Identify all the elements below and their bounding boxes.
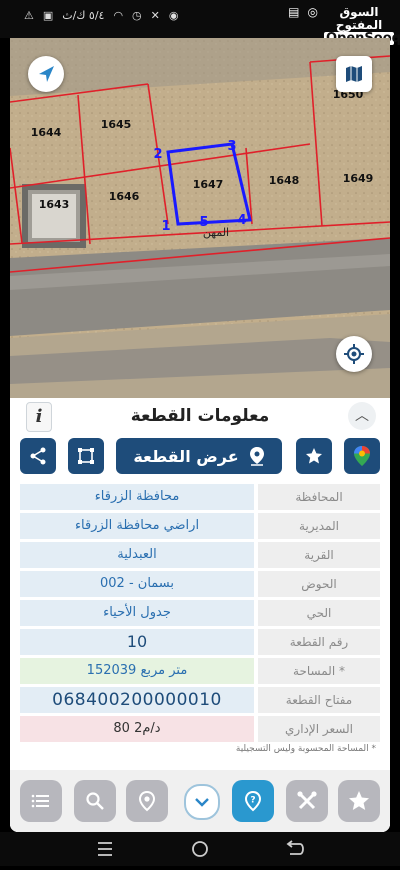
- map-icon: [346, 66, 362, 82]
- google-maps-button[interactable]: [344, 438, 380, 474]
- village-label: القرية: [258, 542, 380, 568]
- back-icon[interactable]: [286, 840, 304, 855]
- star-icon: [306, 448, 322, 464]
- table-row: العبدلية القرية: [20, 542, 380, 568]
- vertex-label-4: 4: [237, 213, 246, 228]
- warning-icon: ⚠: [24, 9, 34, 22]
- governorate-value: محافظة الزرقاء: [20, 484, 254, 510]
- android-nav-bar: [0, 832, 400, 866]
- parcel-number-value: 10: [20, 629, 254, 655]
- directorate-label: المديرية: [258, 513, 380, 539]
- village-value: العبدلية: [20, 542, 254, 568]
- status-right: ▤ ◎: [288, 5, 318, 19]
- basin-label: الحوض: [258, 571, 380, 597]
- menu-button[interactable]: [20, 780, 62, 822]
- map-view[interactable]: 1644 1645 1643 1646 1647 1648 1649 1650 …: [10, 38, 390, 398]
- vertex-label-1: 1: [161, 219, 170, 234]
- table-row: اراضي محافظة الزرقاء المديرية: [20, 513, 380, 539]
- navigation-arrow-icon: [39, 66, 54, 82]
- search-icon: [86, 792, 104, 810]
- tools-button[interactable]: [286, 780, 328, 822]
- satellite-map[interactable]: 1644 1645 1643 1646 1647 1648 1649 1650 …: [10, 38, 390, 398]
- parcel-label-1644: 1644: [31, 126, 62, 139]
- share-icon: [30, 447, 46, 465]
- tools-icon: [297, 791, 317, 810]
- admin-price-value: 80 د/م2: [20, 716, 254, 742]
- parcel-label-1643: 1643: [39, 198, 70, 211]
- admin-price-label: السعر الإداري: [258, 716, 380, 742]
- table-row: 152039 متر مربع المساحة *: [20, 658, 380, 684]
- neighborhood-label: الحي: [258, 600, 380, 626]
- recent-apps-icon[interactable]: [98, 842, 112, 856]
- parcel-label-1645: 1645: [101, 118, 132, 131]
- parcel-key-value[interactable]: 068400200000010: [20, 687, 254, 713]
- table-row: محافظة الزرقاء المحافظة: [20, 484, 380, 510]
- location-icon: ◉: [168, 9, 179, 22]
- home-icon[interactable]: [192, 841, 208, 857]
- crosshair-icon: [344, 344, 364, 364]
- data-speed: ٥/٤ ك/ث: [62, 9, 105, 22]
- status-bar: ⚠ ▣ ٥/٤ ك/ث ◠ ◷ ✕ ◉ ▤ ◎ السوق المفتوح Op…: [0, 0, 400, 45]
- gallery-icon: ▤: [288, 5, 300, 19]
- image-icon: ▣: [42, 9, 54, 22]
- chevron-down-icon: [195, 798, 209, 807]
- road-label: المهن: [203, 226, 229, 239]
- directorate-value: اراضي محافظة الزرقاء: [20, 513, 254, 539]
- favorites-button[interactable]: [338, 780, 380, 822]
- watermark-arabic: السوق المفتوح: [335, 5, 383, 32]
- parcel-query-button[interactable]: ?: [232, 780, 274, 822]
- table-row: 80 د/م2 السعر الإداري: [20, 716, 380, 742]
- neighborhood-value: جدول الأحياء: [20, 600, 254, 626]
- area-value: 152039 متر مربع: [20, 658, 254, 684]
- alarm-icon: ◷: [132, 9, 142, 22]
- area-footnote: * المساحة المحسوبة وليس التسجيلية: [235, 744, 376, 754]
- table-row: جدول الأحياء الحي: [20, 600, 380, 626]
- google-maps-icon: [354, 446, 370, 466]
- polygon-icon: [78, 448, 94, 464]
- list-icon: [31, 794, 49, 808]
- svg-text:?: ?: [250, 796, 255, 806]
- details-table: محافظة الزرقاء المحافظة اراضي محافظة الز…: [20, 484, 380, 745]
- panel-toolbar: عرض القطعة: [10, 438, 390, 474]
- table-row: 10 رقم القطعة: [20, 629, 380, 655]
- map-layers-button[interactable]: [336, 56, 372, 92]
- location-pin-icon: [249, 447, 264, 466]
- favorite-button[interactable]: [296, 438, 332, 474]
- parcel-label-1646: 1646: [109, 190, 140, 203]
- chevron-up-icon[interactable]: ︿: [348, 402, 376, 430]
- show-parcel-button[interactable]: عرض القطعة: [116, 438, 282, 474]
- pin-target-icon: [138, 790, 156, 812]
- app-window: 1644 1645 1643 1646 1647 1648 1649 1650 …: [10, 38, 390, 832]
- star-badge-icon: [349, 791, 369, 810]
- search-button[interactable]: [74, 780, 116, 822]
- show-parcel-label: عرض القطعة: [133, 446, 239, 466]
- measure-area-button[interactable]: [68, 438, 104, 474]
- vertex-label-3: 3: [227, 139, 236, 154]
- parcel-number-label: رقم القطعة: [258, 629, 380, 655]
- table-row: 068400200000010 مفتاح القطعة: [20, 687, 380, 713]
- vertex-label-2: 2: [153, 147, 162, 162]
- basin-value: بسمان - 002: [20, 571, 254, 597]
- messenger-icon: ◎: [307, 5, 318, 19]
- parcel-key-label: مفتاح القطعة: [258, 687, 380, 713]
- expand-button[interactable]: [184, 784, 220, 820]
- governorate-label: المحافظة: [258, 484, 380, 510]
- compass-button[interactable]: [28, 56, 64, 92]
- table-row: بسمان - 002 الحوض: [20, 571, 380, 597]
- coordinates-button[interactable]: [126, 780, 168, 822]
- parcel-label-1649: 1649: [343, 172, 374, 185]
- nav-buttons: [98, 840, 304, 857]
- my-location-button[interactable]: [336, 336, 372, 372]
- parcel-label-1647: 1647: [193, 178, 224, 191]
- share-button[interactable]: [20, 438, 56, 474]
- location-question-icon: ?: [244, 790, 262, 812]
- mute-icon: ✕: [150, 9, 160, 22]
- area-label: المساحة *: [258, 658, 380, 684]
- panel-title: معلومات القطعة: [130, 406, 270, 426]
- wifi-icon: ◠: [113, 9, 124, 22]
- parcel-label-1648: 1648: [269, 174, 300, 187]
- parcel-info-panel: i معلومات القطعة ︿ عرض القطعة محافظة الز…: [10, 398, 390, 832]
- bottom-toolbar: ?: [10, 770, 390, 832]
- status-left: ⚠ ▣ ٥/٤ ك/ث ◠ ◷ ✕ ◉: [24, 9, 178, 22]
